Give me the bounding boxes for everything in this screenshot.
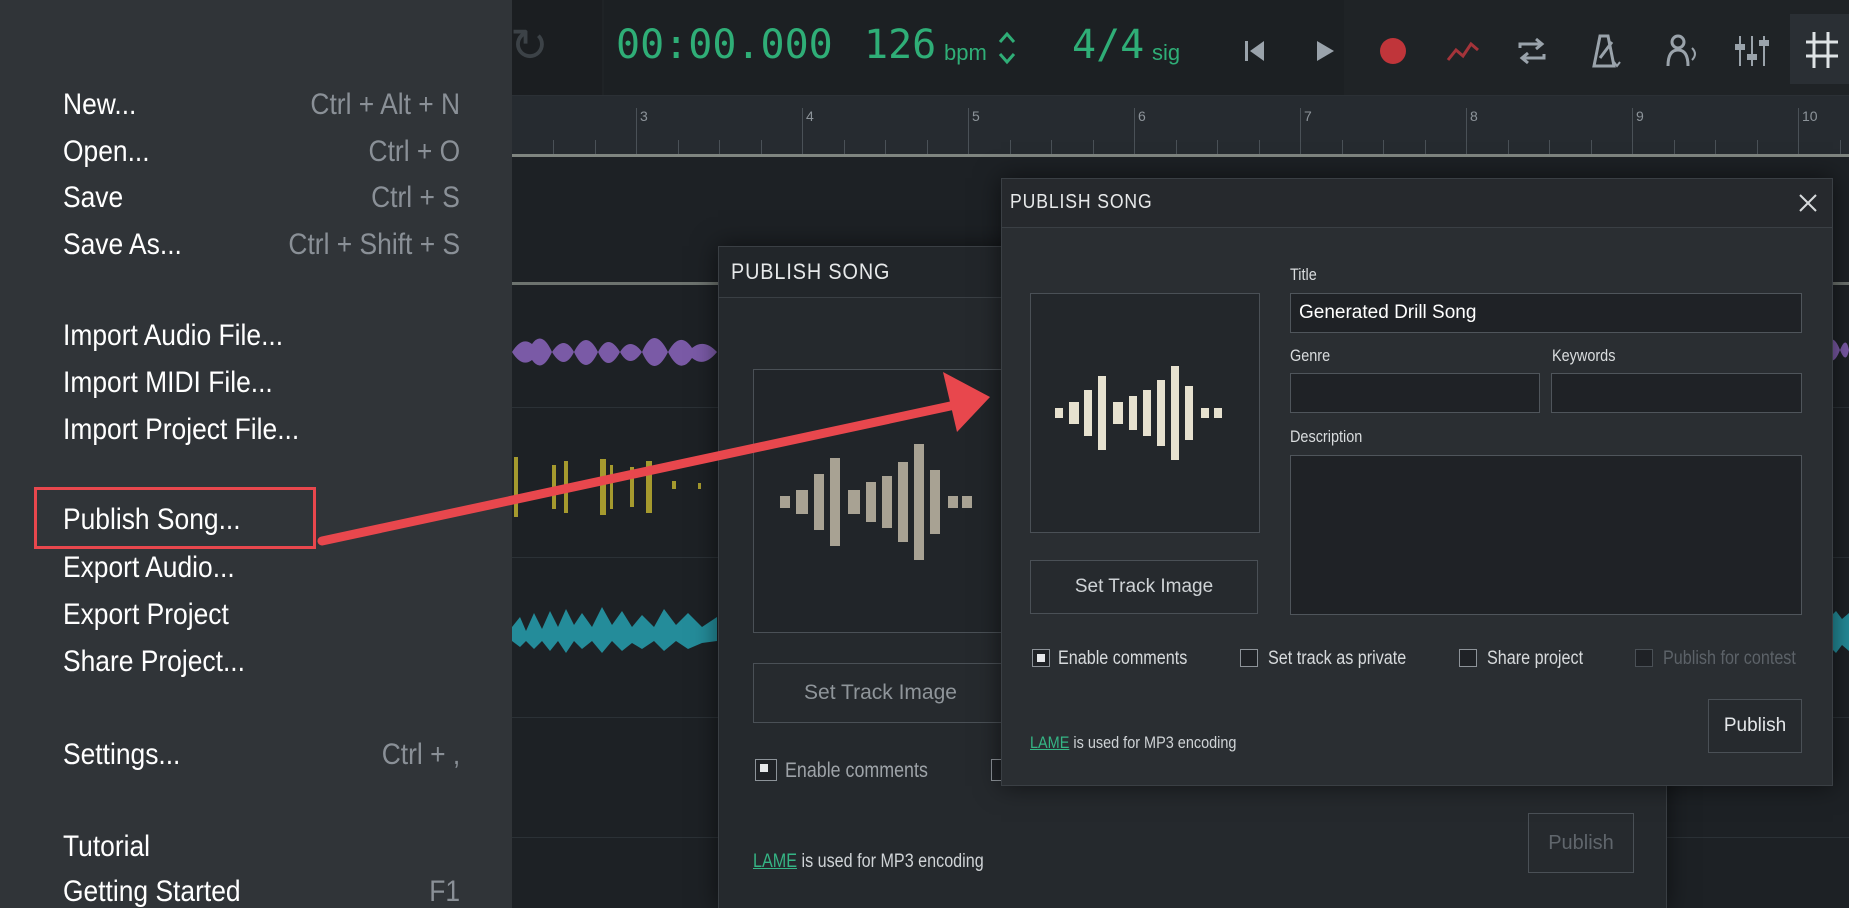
app-window: ↻ 00:00.000 126 bpm 4/4 sig 3 4 5 6 7 8 … [0,0,1849,908]
annotation-arrow [317,372,990,546]
